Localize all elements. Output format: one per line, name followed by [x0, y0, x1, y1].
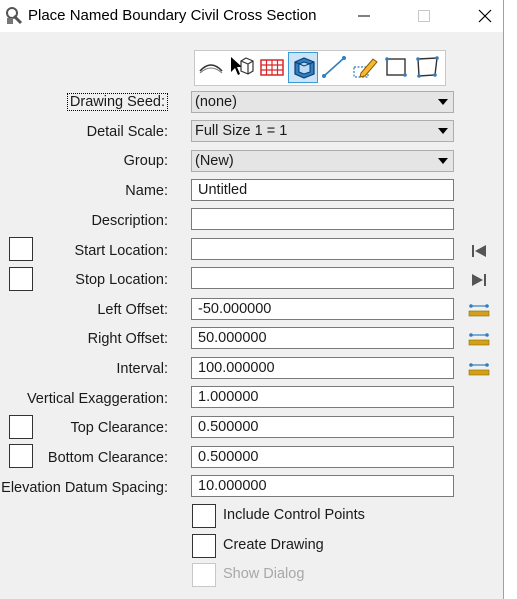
chevron-down-icon [438, 128, 448, 134]
polygon-icon [416, 56, 439, 78]
ruler-measure-icon[interactable] [468, 359, 490, 379]
include-control-points-label[interactable]: Include Control Points [223, 507, 365, 523]
interval-input[interactable]: 100.000000 [191, 357, 454, 379]
minimize-icon [358, 15, 370, 17]
show-dialog-label: Show Dialog [223, 566, 305, 582]
elevation-datum-spacing-input[interactable]: 10.000000 [191, 475, 454, 497]
rectangle-icon [385, 57, 407, 77]
go-to-end-icon[interactable] [468, 270, 490, 290]
drawing-seed-label: Drawing Seed: [66, 93, 168, 111]
detail-scale-value: Full Size 1 = 1 [195, 123, 288, 139]
close-button[interactable] [462, 0, 508, 32]
bottom-clearance-lock-checkbox[interactable] [9, 444, 33, 468]
vertical-exaggeration-input[interactable]: 1.000000 [191, 386, 454, 408]
shape-tool[interactable] [412, 52, 442, 83]
drawing-seed-value: (none) [195, 94, 237, 110]
top-clearance-label: Top Clearance: [70, 420, 168, 436]
group-label: Group: [123, 153, 168, 169]
chevron-down-icon [438, 158, 448, 164]
rectangle-tool[interactable] [381, 52, 411, 83]
select-element-tool[interactable] [226, 52, 256, 83]
create-drawing-label[interactable]: Create Drawing [223, 537, 324, 553]
left-offset-label: Left Offset: [97, 302, 168, 318]
window-title: Place Named Boundary Civil Cross Section [28, 7, 317, 24]
minimize-button[interactable] [341, 0, 387, 32]
elevation-datum-spacing-label: Elevation Datum Spacing: [1, 480, 168, 496]
interval-label: Interval: [116, 361, 168, 377]
chevron-down-icon [438, 99, 448, 105]
create-drawing-checkbox[interactable] [192, 534, 216, 558]
tool-toolbar [194, 50, 446, 86]
drawing-seed-label-text: Drawing Seed: [66, 93, 168, 111]
right-offset-input[interactable]: 50.000000 [191, 327, 454, 349]
detail-scale-dropdown[interactable]: Full Size 1 = 1 [191, 120, 454, 142]
description-input[interactable] [191, 208, 454, 230]
ruler-measure-icon[interactable] [468, 300, 490, 320]
cross-section-tool[interactable] [288, 52, 318, 83]
bottom-clearance-label: Bottom Clearance: [47, 450, 168, 466]
group-value: (New) [195, 153, 234, 169]
include-control-points-checkbox[interactable] [192, 504, 216, 528]
right-offset-label: Right Offset: [87, 331, 168, 347]
detail-scale-label: Detail Scale: [86, 124, 168, 140]
maximize-icon [418, 10, 430, 22]
cursor-cube-icon [231, 57, 254, 75]
line-icon [322, 56, 346, 78]
line-tool[interactable] [319, 52, 349, 83]
description-label: Description: [91, 213, 168, 229]
start-location-input[interactable] [191, 238, 454, 260]
maximize-button [401, 0, 447, 32]
top-clearance-lock-checkbox[interactable] [9, 415, 33, 439]
close-icon [478, 9, 492, 23]
grid-tool[interactable] [257, 52, 287, 83]
wrench-tool-icon [6, 7, 23, 25]
stop-location-input[interactable] [191, 267, 454, 289]
top-clearance-input[interactable]: 0.500000 [191, 416, 454, 438]
title-bar[interactable]: Place Named Boundary Civil Cross Section [0, 0, 503, 32]
pencil-icon [353, 58, 378, 78]
red-grid-icon [260, 59, 284, 76]
go-to-start-icon[interactable] [468, 241, 490, 261]
start-location-lock-checkbox[interactable] [9, 237, 33, 261]
ruler-measure-icon[interactable] [468, 329, 490, 349]
start-location-label: Start Location: [74, 243, 169, 259]
stop-location-label: Stop Location: [75, 272, 168, 288]
drawing-seed-dropdown[interactable]: (none) [191, 91, 454, 113]
stop-location-lock-checkbox[interactable] [9, 267, 33, 291]
civil-arc-tool[interactable] [196, 52, 226, 83]
draw-tool[interactable] [350, 52, 380, 83]
arc-curve-icon [199, 64, 223, 74]
dialog-window: Place Named Boundary Civil Cross Section [0, 0, 504, 599]
group-dropdown[interactable]: (New) [191, 150, 454, 172]
show-dialog-checkbox [192, 563, 216, 587]
bottom-clearance-input[interactable]: 0.500000 [191, 446, 454, 468]
vertical-exaggeration-label: Vertical Exaggeration: [26, 391, 168, 407]
name-input[interactable]: Untitled [191, 179, 454, 201]
name-label: Name: [125, 183, 168, 199]
left-offset-input[interactable]: -50.000000 [191, 298, 454, 320]
3d-box-icon [294, 57, 315, 79]
